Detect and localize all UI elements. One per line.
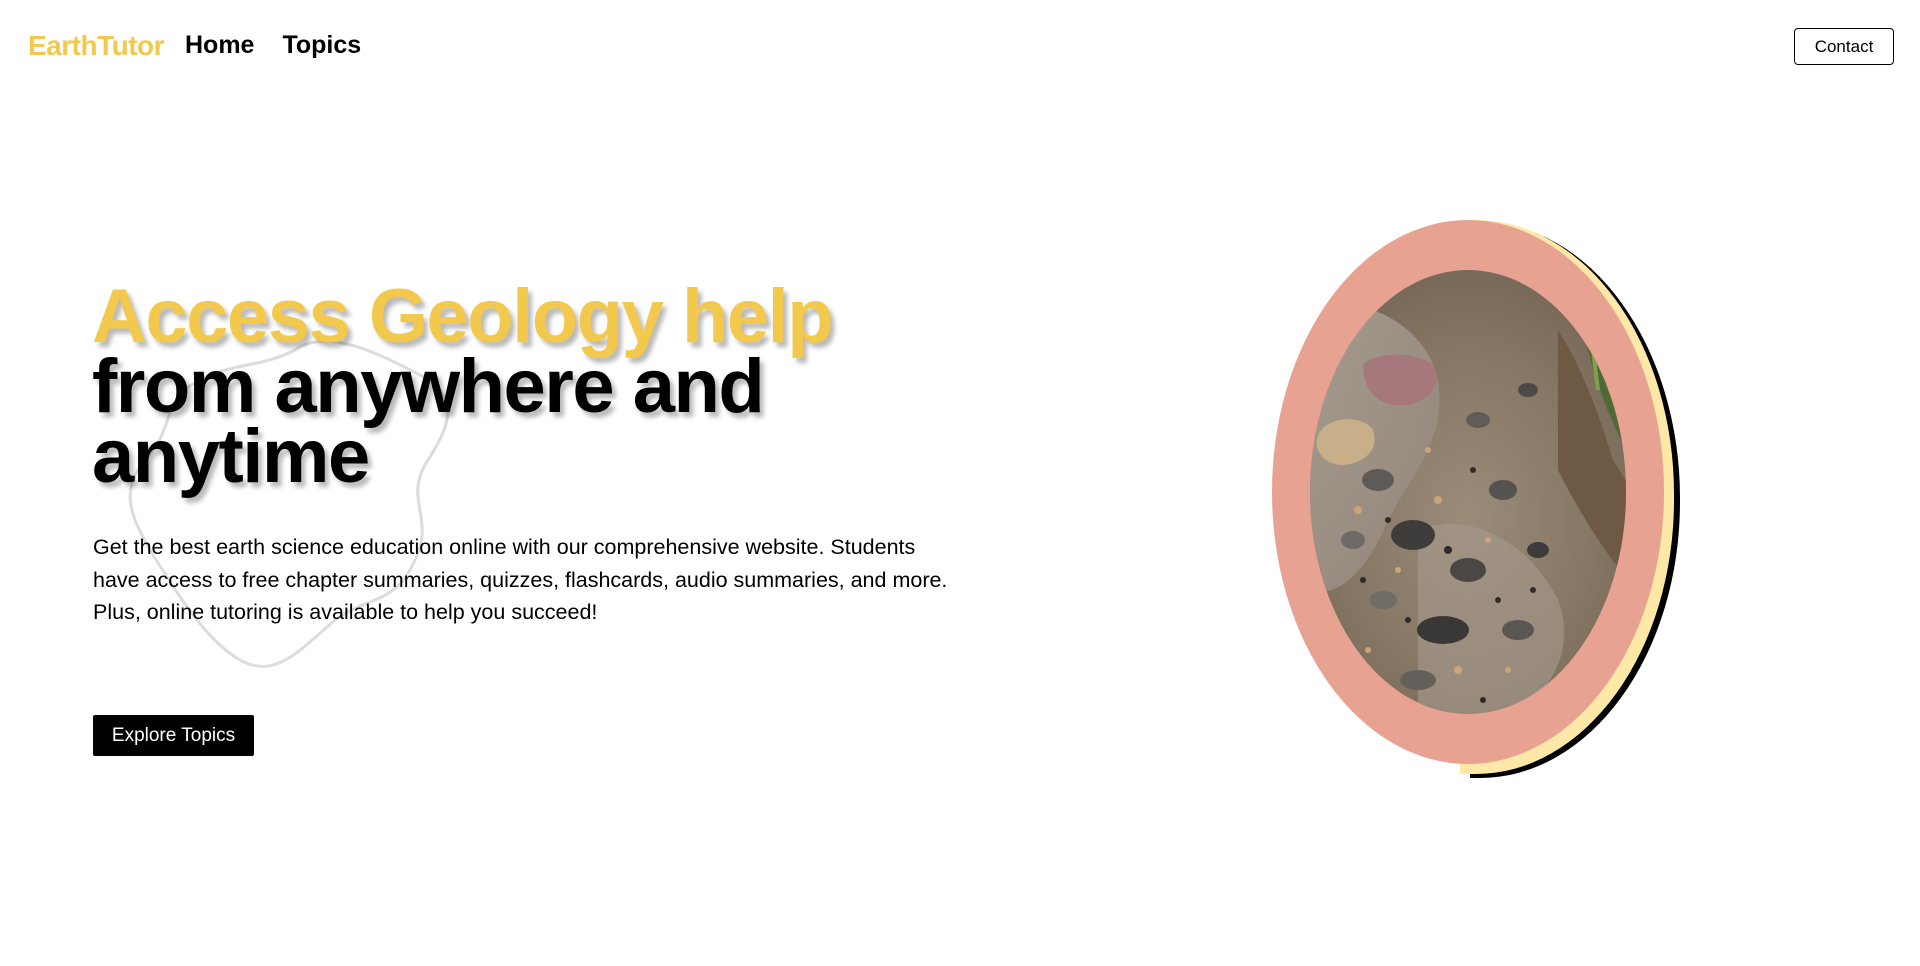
logo[interactable]: EarthTutor (28, 30, 165, 62)
headline-rest: from anywhere and anytime (92, 344, 765, 499)
main-nav: Home Topics (185, 31, 361, 60)
nav-item-topics[interactable]: Topics (282, 31, 361, 60)
hero-description: Get the best earth science education onl… (93, 535, 948, 624)
explore-topics-button[interactable]: Explore Topics (93, 715, 254, 756)
rock-photo-frame (1272, 220, 1680, 778)
headline-accent: Access Geology help (92, 274, 834, 359)
contact-button[interactable]: Contact (1794, 28, 1894, 65)
site-header: EarthTutor Home Topics Contact (0, 0, 1920, 92)
nav-item-home[interactable]: Home (185, 31, 254, 60)
hero-headline: Access Geology help from anywhere and an… (92, 274, 852, 499)
